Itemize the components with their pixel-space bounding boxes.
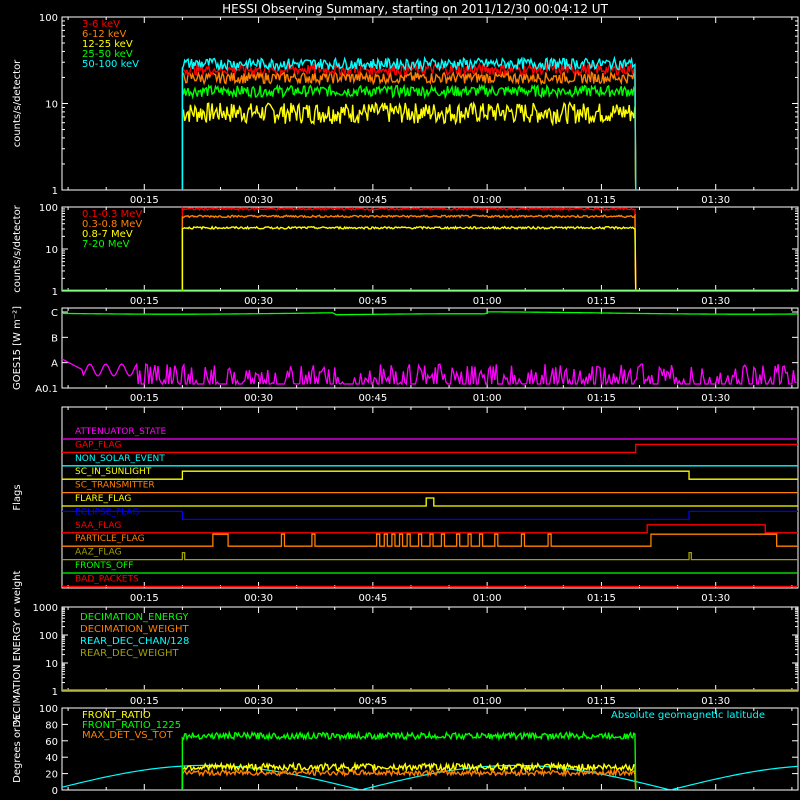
goes-panel-ytick-label: A0.1 <box>35 384 58 395</box>
goes-panel-xtick-label: 00:45 <box>358 393 387 404</box>
count-rate-panel-series-line <box>181 101 637 191</box>
decimation-panel-legend-entry: DECIMATION_ENERGY <box>80 612 189 623</box>
decimation-panel-xtick-label: 01:00 <box>473 696 502 707</box>
flags-panel-flag-line <box>62 524 798 534</box>
high-energy-panel-xtick-label: 01:15 <box>587 296 616 307</box>
decimation-panel-ytick-label: 1 <box>52 687 58 698</box>
decimation-panel-legend-entry: DECIMATION_WEIGHT <box>80 624 189 635</box>
count-rate-panel-xtick-label: 01:00 <box>473 195 502 206</box>
count-rate-panel-series-line <box>181 83 637 191</box>
flags-panel-xtick-label: 01:15 <box>587 593 616 604</box>
ratio-panel-ytick-label: 40 <box>45 753 58 764</box>
flags-panel-flag-label: ECLIPSE_FLAG <box>75 507 139 517</box>
flags-panel-flag-label: SC_IN_SUNLIGHT <box>75 467 152 477</box>
count-rate-panel-ylabel: counts/s/detector <box>12 59 23 147</box>
flags-panel-flag-label: SAA_FLAG <box>75 521 121 531</box>
goes-panel-ytick-label: C <box>51 308 58 319</box>
flags-panel-flag-line <box>62 510 798 521</box>
decimation-panel-ylabel: DECIMATION ENERGY or weight <box>12 570 23 727</box>
ratio-panel-ytick-label: 100 <box>39 704 58 715</box>
count-rate-panel-ytick-label: 10 <box>45 100 58 111</box>
decimation-panel-ytick-label: 10 <box>45 659 58 670</box>
count-rate-panel-xtick-label: 01:15 <box>587 195 616 206</box>
flags-panel-xtick-label: 01:30 <box>701 593 730 604</box>
flags-panel-flag-label: BAD_PACKETS <box>75 574 139 584</box>
ratio-panel-series-line <box>181 767 637 791</box>
flags-panel-xtick-label: 01:00 <box>473 593 502 604</box>
high-energy-panel-xtick-label: 00:30 <box>244 296 273 307</box>
flags-panel-flag-label: SC_TRANSMITTER <box>75 481 155 491</box>
count-rate-panel-series-line <box>181 69 637 191</box>
goes-panel-xtick-label: 01:15 <box>587 393 616 404</box>
high-energy-panel-ylabel: counts/s/detector <box>12 204 23 292</box>
decimation-panel-xtick-label: 00:15 <box>130 696 159 707</box>
goes-panel-ytick-label: A <box>51 359 58 370</box>
ratio-panel-ytick-label: 0 <box>52 786 58 797</box>
flags-panel-flag-label: ATTENUATOR_STATE <box>75 427 167 437</box>
decimation-panel-xtick-label: 01:30 <box>701 696 730 707</box>
flags-panel-flag-label: FRONTS_OFF <box>75 561 133 571</box>
count-rate-panel-xtick-label: 00:45 <box>358 195 387 206</box>
goes-panel-xtick-label: 00:15 <box>130 393 159 404</box>
ratio-panel-ytick-label: 60 <box>45 737 58 748</box>
goes-panel-xtick-label: 01:00 <box>473 393 502 404</box>
count-rate-panel-series-line <box>181 61 637 191</box>
high-energy-panel-series-line <box>181 205 637 292</box>
goes-panel-ytick-label: B <box>51 333 58 344</box>
flags-panel-flag-line <box>62 497 798 507</box>
count-rate-panel-ytick-label: 100 <box>39 13 58 24</box>
figure-title: HESSI Observing Summary, starting on 201… <box>222 2 608 16</box>
goes-panel-series-line <box>61 311 798 316</box>
decimation-panel-xtick-label: 00:30 <box>244 696 273 707</box>
summary-figure: HESSI Observing Summary, starting on 201… <box>12 2 799 797</box>
goes-panel-frame <box>61 307 799 389</box>
plot-panels: 00:15 00:30 00:45 01:00 01:15 01:30110100coun… <box>12 13 799 797</box>
high-energy-panel-xtick-label: 00:15 <box>130 296 159 307</box>
count-rate-panel-ytick-label: 1 <box>52 186 58 197</box>
flags-panel-flag-label: NON_SOLAR_EVENT <box>75 454 165 464</box>
flags-panel-flag-line <box>62 551 798 561</box>
flags-panel-flag-line <box>62 533 798 547</box>
flags-panel-xtick-label: 00:30 <box>244 593 273 604</box>
flags-panel-ylabel: Flags <box>12 484 23 510</box>
flags-panel-flag-label: GAP_FLAG <box>75 440 121 450</box>
goes-panel-xtick-label: 01:30 <box>701 393 730 404</box>
flags-panel-flag-label: AAZ_FLAG <box>75 548 122 558</box>
decimation-panel-ytick-label: 1000 <box>33 603 58 614</box>
decimation-panel-xtick-label: 00:45 <box>358 696 387 707</box>
flags-panel-flag-line <box>62 443 798 454</box>
count-rate-panel-frame <box>61 16 799 191</box>
decimation-panel-legend-entry: REAR_DEC_CHAN/128 <box>80 636 189 647</box>
goes-panel-series-line <box>61 358 797 387</box>
high-energy-panel-legend-entry: 7-20 MeV <box>82 239 130 250</box>
high-energy-panel-ytick-label: 100 <box>39 203 58 214</box>
count-rate-panel-xtick-label: 00:30 <box>244 195 273 206</box>
count-rate-panel-legend-entry: 50-100 keV <box>82 59 139 70</box>
flags-panel-flag-line <box>62 470 798 480</box>
ratio-panel-ytick-label: 80 <box>45 720 58 731</box>
ratio-panel-ylabel: Degrees or % <box>12 715 23 783</box>
high-energy-panel-xtick-label: 00:45 <box>358 296 387 307</box>
ratio-panel-ytick-label: 20 <box>45 770 58 781</box>
ratio-panel-annotation: Absolute geomagnetic latitude <box>611 710 765 721</box>
ratio-panel-legend-entry: MAX_DET_VS_TOT <box>82 730 174 741</box>
decimation-panel-ytick-label: 100 <box>39 631 58 642</box>
goes-panel-ylabel: GOES15 [W m⁻²] <box>12 306 23 390</box>
high-energy-panel-series-line <box>181 225 637 292</box>
flags-panel-xtick-label: 00:15 <box>130 593 159 604</box>
high-energy-panel-ytick-label: 1 <box>52 287 58 298</box>
goes-panel-xtick-label: 00:30 <box>244 393 273 404</box>
count-rate-panel-xtick-label: 00:15 <box>130 195 159 206</box>
high-energy-panel-frame <box>61 206 799 292</box>
ratio-panel-series-line <box>181 730 637 791</box>
flags-panel-xtick-label: 00:45 <box>358 593 387 604</box>
high-energy-panel-xtick-label: 01:00 <box>473 296 502 307</box>
flags-panel-flag-label: PARTICLE_FLAG <box>75 534 145 544</box>
decimation-panel-legend-entry: REAR_DEC_WEIGHT <box>80 648 179 659</box>
high-energy-panel-xtick-label: 01:30 <box>701 296 730 307</box>
high-energy-panel-ytick-label: 10 <box>45 245 58 256</box>
decimation-panel-xtick-label: 01:15 <box>587 696 616 707</box>
count-rate-panel-xtick-label: 01:30 <box>701 195 730 206</box>
flags-panel-flag-label: FLARE_FLAG <box>75 494 131 504</box>
